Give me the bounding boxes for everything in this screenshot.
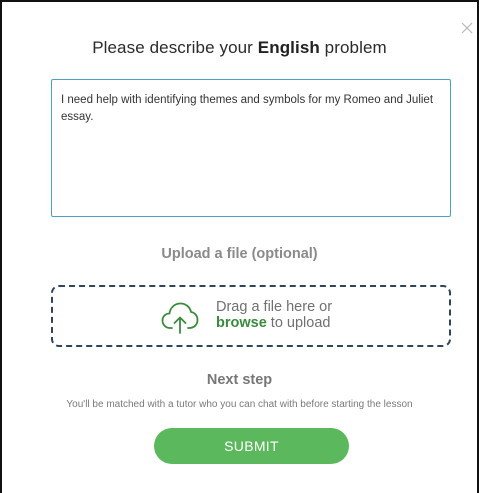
problem-dialog: Please describe your English problem Upl… — [0, 0, 479, 493]
upload-heading: Upload a file (optional) — [161, 246, 318, 262]
submit-button[interactable]: SUBMIT — [154, 428, 349, 464]
title-prefix: Please describe your — [92, 38, 258, 57]
next-step-heading: Next step — [206, 372, 273, 388]
dropzone-text: Drag a file here or browse to upload — [216, 299, 332, 331]
browse-line: browse to upload — [216, 315, 332, 331]
cloud-upload-icon — [161, 302, 199, 334]
drag-instruction: Drag a file here or — [216, 299, 333, 315]
next-step-description: You'll be matched with a tutor who you c… — [66, 399, 413, 410]
upload-suffix: to upload — [266, 315, 331, 331]
subject-name: English — [257, 38, 320, 57]
file-dropzone[interactable]: Drag a file here or browse to upload — [51, 285, 451, 347]
dialog-title: Please describe your English problem — [2, 38, 477, 58]
close-icon[interactable] — [461, 22, 473, 34]
browse-link[interactable]: browse — [216, 315, 267, 331]
problem-description-input[interactable] — [51, 79, 451, 217]
title-suffix: problem — [319, 38, 387, 57]
